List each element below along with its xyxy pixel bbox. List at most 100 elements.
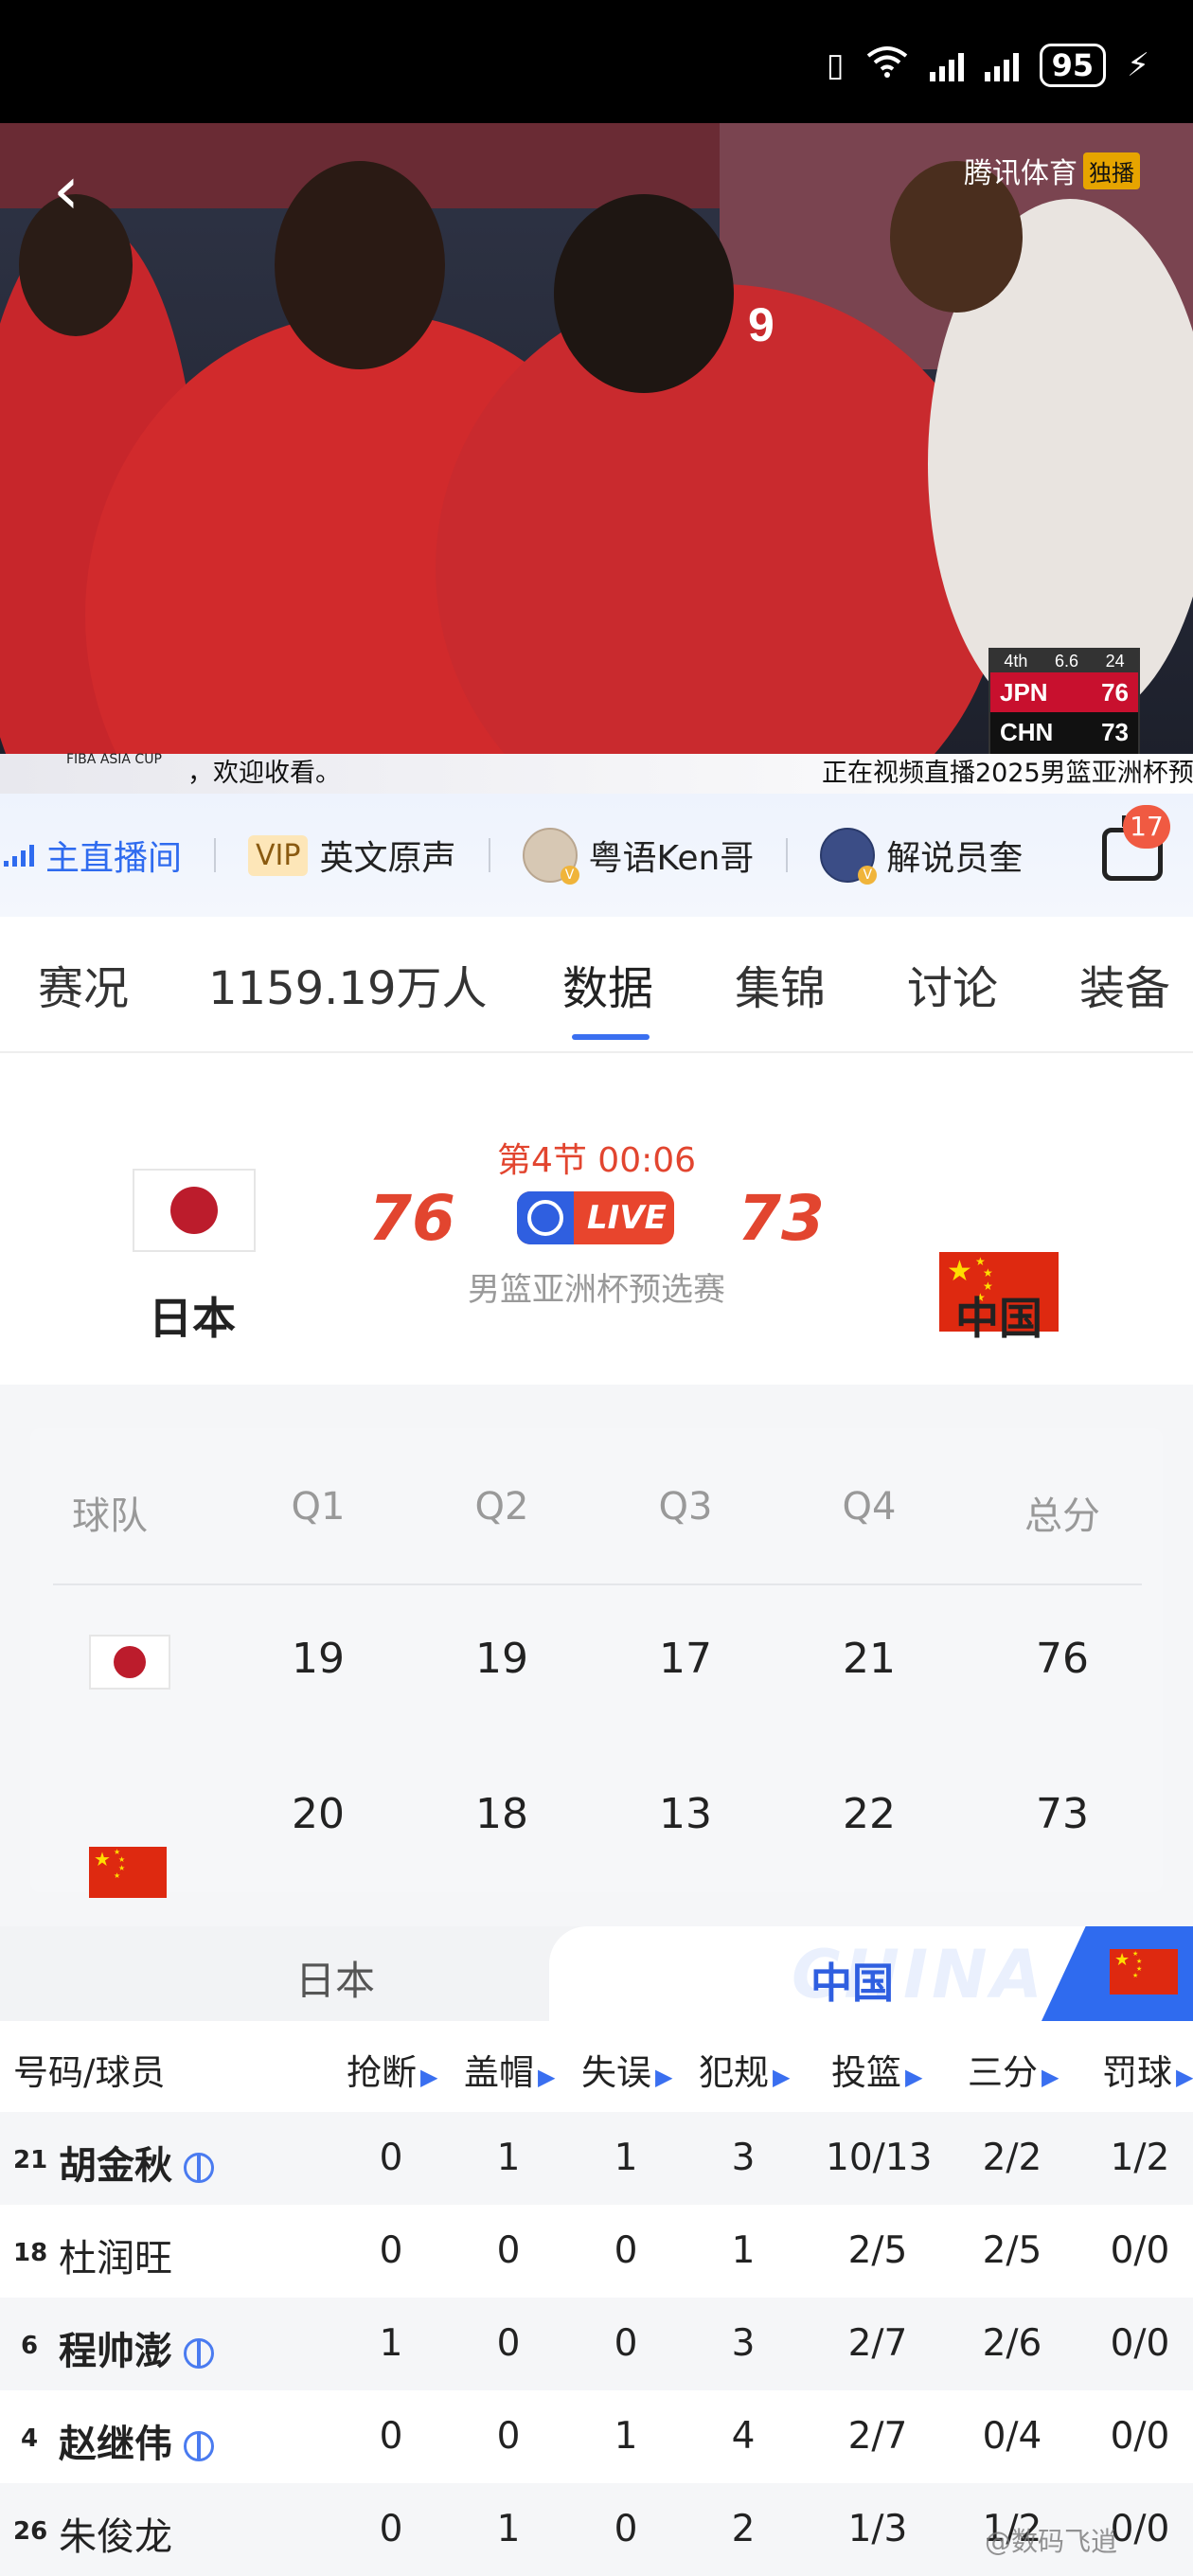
bug-team-1: JPN bbox=[1000, 678, 1048, 707]
home-flag bbox=[133, 1169, 256, 1252]
player-number: 26 bbox=[13, 2517, 48, 2546]
sort-icon: ▶ bbox=[1176, 2064, 1193, 2090]
stat-fg: 2/5 bbox=[847, 2229, 908, 2272]
japan-total: 76 bbox=[1036, 1635, 1089, 1683]
col-header-ft-label: 罚球 bbox=[1102, 2052, 1172, 2093]
player-name: 赵继伟 bbox=[59, 2423, 172, 2466]
table-row[interactable]: 6 程帅澎 1 0 0 3 2/7 2/6 0/0 bbox=[0, 2298, 1193, 2390]
exclusive-badge: 独播 bbox=[1083, 152, 1140, 189]
col-header-3pt-label: 三分 bbox=[968, 2052, 1038, 2093]
col-header-total: 总分 bbox=[1024, 1494, 1100, 1538]
table-row[interactable]: 4 赵继伟 0 0 1 4 2/7 0/4 0/0 bbox=[0, 2390, 1193, 2483]
channel-main-label: 主直播间 bbox=[45, 839, 183, 878]
active-tab-indicator bbox=[572, 1034, 650, 1040]
japan-q4: 21 bbox=[843, 1635, 896, 1683]
player-name-cell: 朱俊龙 bbox=[59, 2506, 172, 2561]
stat-fg: 2/7 bbox=[847, 2415, 908, 2458]
player-name: 胡金秋 bbox=[59, 2144, 172, 2188]
player-name-cell: 胡金秋 bbox=[59, 2135, 214, 2190]
tab-flag-china: ★ ★ ★ ★ ★ bbox=[1110, 1949, 1178, 1995]
channel-cantonese[interactable]: V 粤语Ken哥 bbox=[522, 828, 754, 885]
vip-badge: VIP bbox=[248, 834, 309, 876]
tab-data[interactable]: 数据 bbox=[562, 951, 653, 1017]
broadcaster-name: 腾讯体育 bbox=[964, 157, 1077, 190]
channel-commentator-label: 解说员奎 bbox=[886, 839, 1024, 878]
stat-turnovers: 1 bbox=[614, 2415, 638, 2458]
basketball-icon bbox=[184, 2153, 214, 2183]
channel-commentator[interactable]: V 解说员奎 bbox=[820, 828, 1024, 885]
stat-turnovers: 0 bbox=[614, 2508, 638, 2550]
col-header-3pt[interactable]: 三分 ▶ bbox=[968, 2044, 1059, 2095]
col-header-fg[interactable]: 投篮 ▶ bbox=[831, 2044, 922, 2095]
table-row[interactable]: 18 杜润旺 0 0 0 1 2/5 2/5 0/0 bbox=[0, 2205, 1193, 2298]
col-header-ft[interactable]: 罚球 ▶ bbox=[1102, 2044, 1193, 2095]
col-header-fouls-label: 犯规 bbox=[699, 2052, 769, 2093]
status-bar: ▯ 95 ⚡ bbox=[0, 0, 1193, 123]
tab-discussion[interactable]: 讨论 bbox=[907, 951, 998, 1017]
divider bbox=[53, 1583, 1142, 1585]
stat-ft: 0/0 bbox=[1110, 2229, 1170, 2272]
col-header-blocks-label: 盖帽 bbox=[464, 2052, 534, 2093]
stat-3pt: 2/6 bbox=[982, 2322, 1042, 2365]
tab-team-japan-label: 日本 bbox=[295, 1958, 376, 2004]
stat-ft: 0/0 bbox=[1110, 2322, 1170, 2365]
live-badge: LIVE bbox=[517, 1191, 674, 1244]
tab-viewers[interactable]: 1159.19万人 bbox=[208, 951, 488, 1017]
japan-q3: 17 bbox=[659, 1635, 712, 1683]
row-flag-china: ★ ★ ★ ★ ★ bbox=[89, 1847, 167, 1898]
battery-indicator: 95 bbox=[1039, 44, 1107, 87]
live-channel-bar: 主直播间 VIP 英文原声 V 粤语Ken哥 V 解说员奎 17 bbox=[0, 794, 1193, 917]
col-header-blocks[interactable]: 盖帽 ▶ bbox=[464, 2044, 555, 2095]
watermark-text: @数码飞逍 bbox=[985, 2526, 1118, 2557]
competition-name: 男篮亚洲杯预选赛 bbox=[468, 1271, 725, 1309]
signal-icon-2 bbox=[984, 49, 1019, 81]
channel-main[interactable]: 主直播间 bbox=[4, 831, 182, 880]
away-team-name: 中国 bbox=[955, 1293, 1042, 1344]
tab-bar: 赛况 1159.19万人 数据 集锦 讨论 装备 bbox=[0, 917, 1193, 1053]
ticker-left-text: ，欢迎收看。 bbox=[187, 759, 341, 788]
player-number: 4 bbox=[21, 2424, 39, 2453]
china-total: 73 bbox=[1036, 1790, 1089, 1838]
away-score: 73 bbox=[738, 1182, 825, 1255]
score-bug: 4th 6.6 24 JPN 76 CHN 73 bbox=[988, 648, 1140, 758]
player-name-cell: 赵继伟 bbox=[59, 2413, 214, 2468]
player-name: 杜润旺 bbox=[59, 2237, 172, 2281]
table-row[interactable]: 21 胡金秋 0 1 1 3 10/13 2/2 1/2 bbox=[0, 2112, 1193, 2205]
col-header-turnovers[interactable]: 失误 ▶ bbox=[581, 2044, 672, 2095]
col-header-fouls[interactable]: 犯规 ▶ bbox=[699, 2044, 790, 2095]
event-logo: FIBA ASIA CUP bbox=[66, 752, 162, 767]
stat-steals: 0 bbox=[379, 2229, 403, 2272]
tab-team-japan[interactable]: 日本 bbox=[0, 1926, 568, 2021]
charging-icon: ⚡ bbox=[1127, 46, 1149, 84]
tab-team-china[interactable]: CHINA 中国 ★ ★ ★ ★ ★ bbox=[549, 1926, 1193, 2021]
stat-steals: 1 bbox=[379, 2322, 403, 2365]
vibrate-icon: ▯ bbox=[826, 46, 845, 84]
bug-clock: 6.6 bbox=[1054, 652, 1078, 671]
col-header-fg-label: 投篮 bbox=[831, 2052, 901, 2093]
stat-fouls: 2 bbox=[731, 2508, 756, 2550]
broadcaster-logo: 腾讯体育 独播 bbox=[964, 150, 1140, 191]
sort-icon: ▶ bbox=[1042, 2064, 1059, 2090]
verified-icon: V bbox=[560, 866, 579, 885]
divider bbox=[214, 838, 217, 872]
live-bars-icon bbox=[4, 844, 34, 867]
video-player[interactable]: 9 ‹ 腾讯体育 独播 4th 6.6 24 JPN 76 CHN 73 bbox=[0, 123, 1193, 794]
player-name: 朱俊龙 bbox=[59, 2515, 172, 2559]
divider bbox=[786, 838, 789, 872]
tab-highlights[interactable]: 集锦 bbox=[735, 951, 826, 1017]
back-icon[interactable]: ‹ bbox=[53, 157, 80, 224]
sort-icon: ▶ bbox=[905, 2064, 923, 2090]
team-toggle: 日本 CHINA 中国 ★ ★ ★ ★ ★ bbox=[0, 1926, 1193, 2021]
player-name-cell: 杜润旺 bbox=[59, 2227, 172, 2282]
tab-game-status[interactable]: 赛况 bbox=[38, 951, 129, 1017]
bug-period: 4th bbox=[1004, 652, 1028, 671]
channel-english[interactable]: VIP 英文原声 bbox=[248, 831, 456, 880]
col-header-steals[interactable]: 抢断 ▶ bbox=[347, 2044, 437, 2095]
china-q4: 22 bbox=[843, 1790, 896, 1838]
japan-q1: 19 bbox=[292, 1635, 345, 1683]
tab-gear[interactable]: 装备 bbox=[1079, 951, 1170, 1017]
stat-steals: 0 bbox=[379, 2415, 403, 2458]
signal-icon bbox=[929, 49, 964, 81]
china-q3: 13 bbox=[659, 1790, 712, 1838]
period-clock: 第4节 00:06 bbox=[496, 1141, 697, 1180]
